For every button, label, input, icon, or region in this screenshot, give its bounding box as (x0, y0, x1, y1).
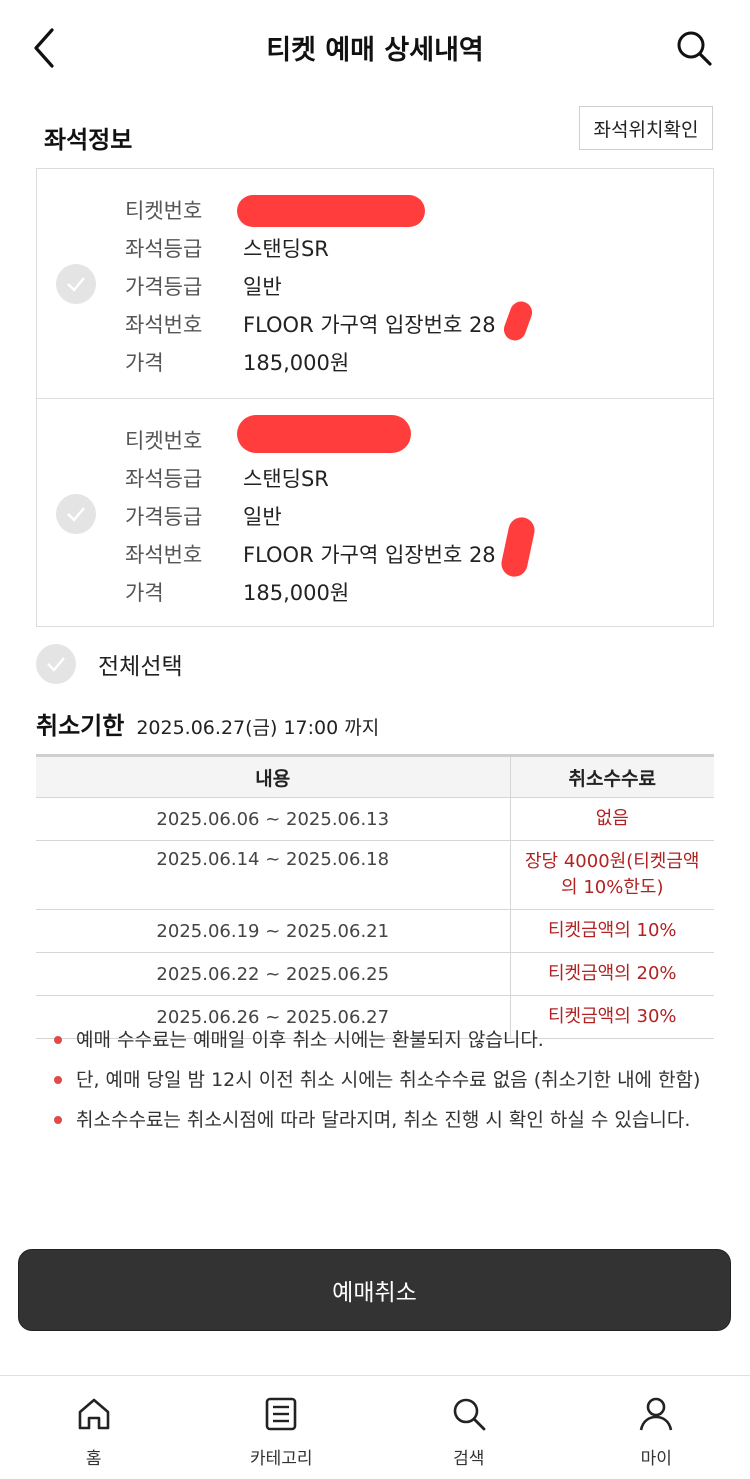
list-item: 예매 수수료는 예매일 이후 취소 시에는 환불되지 않습니다. (52, 1024, 702, 1056)
search-icon (453, 1398, 486, 1431)
ticket-list: 티켓번호 좌석등급 스탠딩SR 가격등급 일반 좌석번호 FLOOR 가구역 입장번호… (36, 168, 714, 627)
notice-text: 단, 예매 당일 밤 12시 이전 취소 시에는 취소수수료 없음 (취소기한 … (76, 1069, 701, 1091)
row-label: 가격등급 (125, 505, 203, 529)
row-label: 좌석번호 (125, 543, 203, 567)
fee-cell: 없음 (510, 797, 714, 841)
bullet-icon (54, 1036, 62, 1044)
notice-list: 예매 수수료는 예매일 이후 취소 시에는 환불되지 않습니다. 단, 예매 당… (52, 1024, 702, 1144)
tab-label: 카테고리 (249, 1449, 313, 1469)
header: 티켓 예매 상세내역 (0, 0, 750, 96)
seat-grade-row: 좌석등급 스탠딩SR (125, 229, 496, 267)
period-cell: 2025.06.19 ~ 2025.06.21 (36, 909, 511, 953)
select-all[interactable]: 전체선택 (36, 644, 183, 684)
row-label: 가격등급 (125, 275, 203, 299)
tab-label: 마이 (640, 1449, 672, 1469)
price-row: 가격 185,000원 (125, 573, 496, 611)
bullet-icon (54, 1076, 62, 1084)
deadline-date: 2025.06.27(금) 17:00 까지 (136, 717, 380, 739)
row-label: 티켓번호 (125, 199, 203, 223)
seat-number-row: 좌석번호 FLOOR 가구역 입장번호 28 (125, 535, 496, 573)
tab-category[interactable]: 카테고리 (188, 1376, 376, 1479)
row-value: 스탠딩SR (243, 237, 329, 261)
price-grade-row: 가격등급 일반 (125, 497, 496, 535)
row-value: 185,000원 (243, 581, 350, 605)
list-icon (265, 1397, 297, 1431)
row-label: 좌석등급 (125, 237, 203, 261)
bullet-icon (54, 1116, 62, 1124)
cancel-booking-button[interactable]: 예매취소 (18, 1249, 731, 1331)
fee-cell: 티켓금액의 20% (510, 952, 714, 996)
fee-cell: 티켓금액의 10% (510, 909, 714, 953)
row-value: FLOOR 가구역 입장번호 28 (243, 313, 496, 337)
row-label: 가격 (125, 351, 164, 375)
ticket-checkbox[interactable] (56, 494, 96, 534)
price-grade-row: 가격등급 일반 (125, 267, 496, 305)
row-value: 일반 (243, 275, 282, 299)
period-cell: 2025.06.22 ~ 2025.06.25 (36, 952, 511, 996)
home-icon (78, 1398, 110, 1430)
column-header: 취소수수료 (510, 754, 714, 798)
table-row: 2025.06.19 ~ 2025.06.21 티켓금액의 10% (36, 909, 714, 953)
search-button[interactable] (674, 28, 714, 68)
tab-search[interactable]: 검색 (375, 1376, 563, 1479)
cancel-deadline: 취소기한 2025.06.27(금) 17:00 까지 (36, 706, 379, 741)
tab-label: 홈 (85, 1449, 102, 1469)
bottom-tab-bar: 홈 카테고리 검색 마이 (0, 1375, 750, 1479)
table-header-row: 내용 취소수수료 (36, 754, 714, 798)
row-label: 가격 (125, 581, 164, 605)
seat-number-row: 좌석번호 FLOOR 가구역 입장번호 28 (125, 305, 496, 343)
check-icon (67, 507, 85, 522)
redaction-mark (499, 514, 537, 580)
ticket-item: 티켓번호 좌석등급 스탠딩SR 가격등급 일반 좌석번호 FLOOR 가구역 입장번호… (37, 398, 713, 626)
row-label: 좌석등급 (125, 467, 203, 491)
tab-home[interactable]: 홈 (0, 1376, 188, 1479)
period-cell: 2025.06.14 ~ 2025.06.18 (36, 840, 511, 910)
table-row: 2025.06.22 ~ 2025.06.25 티켓금액의 20% (36, 952, 714, 996)
deadline-title: 취소기한 (36, 712, 125, 740)
select-all-label: 전체선택 (98, 654, 183, 680)
row-value: 185,000원 (243, 351, 350, 375)
row-label: 티켓번호 (125, 429, 203, 453)
person-icon (639, 1397, 673, 1431)
select-all-checkbox[interactable] (36, 644, 76, 684)
fee-cell: 장당 4000원(티켓금액의 10%한도) (510, 840, 714, 910)
list-item: 단, 예매 당일 밤 12시 이전 취소 시에는 취소수수료 없음 (취소기한 … (52, 1064, 702, 1096)
row-label: 좌석번호 (125, 313, 203, 337)
redaction-mark (237, 415, 411, 453)
list-item: 취소수수료는 취소시점에 따라 달라지며, 취소 진행 시 확인 하실 수 있습… (52, 1104, 702, 1136)
row-value: 스탠딩SR (243, 467, 329, 491)
seat-info-title: 좌석정보 (44, 126, 133, 154)
tab-label: 검색 (453, 1449, 485, 1469)
table-row: 2025.06.06 ~ 2025.06.13 없음 (36, 797, 714, 841)
check-icon (67, 277, 85, 292)
seat-location-button[interactable]: 좌석위치확인 (579, 106, 713, 150)
redaction-mark (237, 195, 425, 227)
price-row: 가격 185,000원 (125, 343, 496, 381)
ticket-checkbox[interactable] (56, 264, 96, 304)
redaction-mark (500, 298, 536, 344)
seat-grade-row: 좌석등급 스탠딩SR (125, 459, 496, 497)
cancel-fee-table: 내용 취소수수료 2025.06.06 ~ 2025.06.13 없음 2025… (36, 754, 714, 1039)
row-value: 일반 (243, 505, 282, 529)
notice-text: 취소수수료는 취소시점에 따라 달라지며, 취소 진행 시 확인 하실 수 있습… (76, 1109, 691, 1131)
ticket-item: 티켓번호 좌석등급 스탠딩SR 가격등급 일반 좌석번호 FLOOR 가구역 입장번호… (37, 169, 713, 398)
page-title: 티켓 예매 상세내역 (266, 35, 484, 66)
row-value: FLOOR 가구역 입장번호 28 (243, 543, 496, 567)
tab-my[interactable]: 마이 (563, 1376, 750, 1479)
search-icon (677, 31, 712, 66)
period-cell: 2025.06.06 ~ 2025.06.13 (36, 797, 511, 841)
check-icon (47, 657, 65, 672)
column-header: 내용 (36, 754, 511, 798)
table-row: 2025.06.14 ~ 2025.06.18 장당 4000원(티켓금액의 1… (36, 840, 714, 910)
notice-text: 예매 수수료는 예매일 이후 취소 시에는 환불되지 않습니다. (76, 1029, 544, 1051)
